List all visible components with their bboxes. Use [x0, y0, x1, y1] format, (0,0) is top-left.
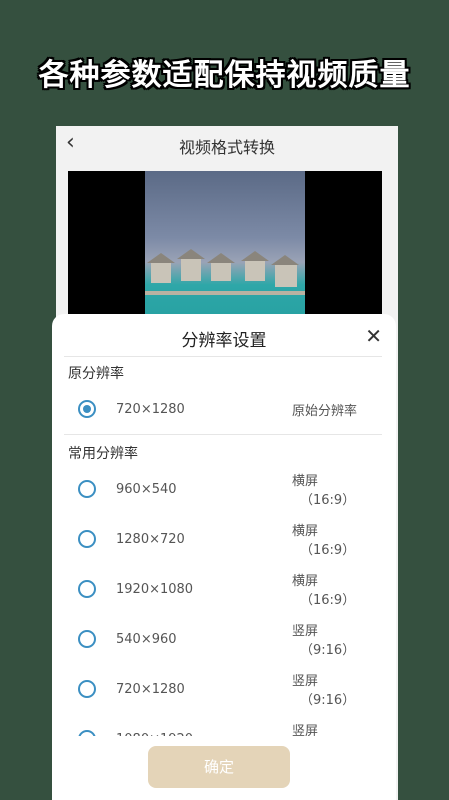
resolution-option[interactable]: 720×1280 竖屏 （9:16） [52, 666, 396, 714]
hut [151, 263, 171, 283]
orientation: 竖屏 [292, 624, 319, 639]
orientation: 横屏 [292, 524, 319, 539]
aspect-ratio: （16:9） [300, 593, 356, 608]
divider [64, 434, 382, 435]
hut-roof [147, 253, 175, 263]
hut-roof [241, 251, 269, 261]
orientation-tag: 竖屏 （9:16） [292, 672, 355, 710]
pier [145, 291, 305, 295]
hut-roof [207, 253, 235, 263]
resolution-option[interactable]: 1280×720 横屏 （16:9） [52, 516, 396, 564]
aspect-ratio: （9:16） [300, 643, 356, 658]
section-common-label: 常用分辨率 [68, 446, 138, 462]
resolution-option[interactable]: 540×960 竖屏 （9:16） [52, 616, 396, 664]
resolution-value: 1920×1080 [116, 582, 194, 597]
confirm-button[interactable]: 确定 [148, 746, 290, 788]
hut-roof [177, 249, 205, 259]
aspect-ratio: （16:9） [300, 543, 356, 558]
hut [181, 259, 201, 281]
resolution-option[interactable]: 960×540 横屏 （16:9） [52, 466, 396, 514]
orientation-tag: 横屏 （16:9） [292, 522, 355, 560]
hut-roof [271, 255, 299, 265]
orientation-tag: 横屏 （16:9） [292, 472, 355, 510]
resolution-value: 720×1280 [116, 402, 185, 417]
resolution-value: 720×1280 [116, 682, 185, 697]
resolution-sheet: 分辨率设置 ✕ 原分辨率 720×1280 原始分辨率 常用分辨率 960×54… [52, 314, 396, 800]
resolution-tag: 原始分辨率 [292, 404, 358, 419]
radio-selected[interactable] [78, 400, 96, 418]
radio-unselected[interactable] [78, 630, 96, 648]
radio-unselected[interactable] [78, 580, 96, 598]
divider [64, 356, 382, 357]
promo-banner: 各种参数适配保持视频质量 [38, 58, 411, 93]
close-icon[interactable]: ✕ [365, 324, 382, 348]
aspect-ratio: （16:9） [300, 493, 356, 508]
resolution-value: 1280×720 [116, 532, 185, 547]
hut [211, 263, 231, 281]
app-header: ‹ 视频格式转换 [56, 126, 398, 162]
sheet-footer: 确定 [52, 736, 396, 800]
hut [275, 265, 297, 287]
section-original-label: 原分辨率 [68, 366, 124, 382]
resolution-option[interactable]: 1920×1080 横屏 （16:9） [52, 566, 396, 614]
orientation: 横屏 [292, 474, 319, 489]
resolution-value: 540×960 [116, 632, 177, 647]
sheet-title: 分辨率设置 [181, 331, 267, 351]
orientation: 竖屏 [292, 674, 319, 689]
aspect-ratio: （9:16） [300, 693, 356, 708]
orientation-tag: 竖屏 （9:16） [292, 622, 355, 660]
orientation: 横屏 [292, 574, 319, 589]
resolution-value: 960×540 [116, 482, 177, 497]
resolution-option-original[interactable]: 720×1280 原始分辨率 [52, 386, 396, 434]
radio-unselected[interactable] [78, 480, 96, 498]
radio-unselected[interactable] [78, 530, 96, 548]
hut [245, 261, 265, 281]
page-title: 视频格式转换 [178, 138, 275, 157]
radio-unselected[interactable] [78, 680, 96, 698]
orientation-tag: 横屏 （16:9） [292, 572, 355, 610]
